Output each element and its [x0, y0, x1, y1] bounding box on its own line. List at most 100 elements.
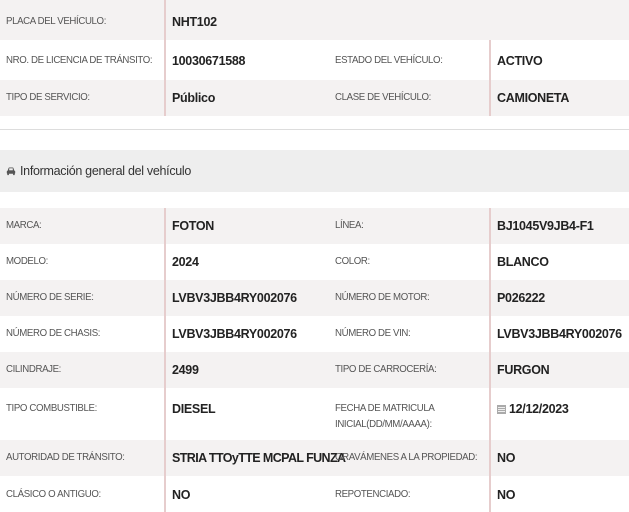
value-serie: LVBV3JBB4RY002076: [172, 291, 297, 305]
row-serie: NÚMERO DE SERIE: LVBV3JBB4RY002076 NÚMER…: [0, 280, 629, 316]
fecha-matricula-text: 12/12/2023: [509, 402, 569, 416]
label-cell: NÚMERO DE MOTOR:: [328, 280, 489, 316]
value-gravamenes: NO: [497, 451, 516, 465]
row-placa: PLACA DEL VEHÍCULO: NHT102: [0, 0, 629, 40]
label-cell: TIPO DE CARROCERÍA:: [328, 352, 489, 388]
value-cell: LVBV3JBB4RY002076: [164, 316, 328, 352]
value-cell: FOTON: [164, 208, 328, 244]
label-cell: TIPO COMBUSTIBLE:: [0, 388, 164, 440]
value-servicio: Público: [172, 91, 216, 105]
value-cell: ACTIVO: [489, 40, 629, 80]
value-chasis: LVBV3JBB4RY002076: [172, 327, 297, 341]
label-serie: NÚMERO DE SERIE:: [6, 291, 94, 303]
value-modelo: 2024: [172, 255, 199, 269]
value-cell: 12/12/2023: [489, 388, 629, 440]
label-carroceria: TIPO DE CARROCERÍA:: [335, 363, 437, 375]
label-clasico: CLÁSICO O ANTIGUO:: [6, 488, 101, 500]
label-cell: LÍNEA:: [328, 208, 489, 244]
value-cell: BLANCO: [489, 244, 629, 280]
label-clase: CLASE DE VEHÍCULO:: [335, 91, 431, 103]
label-modelo: MODELO:: [6, 255, 48, 267]
value-clasico: NO: [172, 488, 191, 502]
car-icon: [6, 167, 16, 176]
value-cell: STRIA TTOyTTE MCPAL FUNZA: [164, 440, 346, 476]
row-licencia: NRO. DE LICENCIA DE TRÁNSITO: 1003067158…: [0, 40, 629, 80]
row-modelo: MODELO: 2024 COLOR: BLANCO: [0, 244, 629, 280]
value-placa: NHT102: [172, 15, 217, 29]
label-cell: MARCA:: [0, 208, 164, 244]
label-placa: PLACA DEL VEHÍCULO:: [6, 15, 107, 27]
label-cell: AUTORIDAD DE TRÁNSITO:: [0, 440, 164, 476]
label-estado: ESTADO DEL VEHÍCULO:: [335, 54, 443, 66]
value-cell: Público: [164, 80, 328, 116]
value-cell: BJ1045V9JB4-F1: [489, 208, 629, 244]
label-autoridad: AUTORIDAD DE TRÁNSITO:: [6, 451, 125, 463]
section-header: Información general del vehículo: [0, 150, 629, 192]
value-cell: 2024: [164, 244, 328, 280]
value-cell: CAMIONETA: [489, 80, 629, 116]
value-cell: NO: [489, 440, 629, 476]
value-cell: 2499: [164, 352, 328, 388]
value-fecha-matricula: 12/12/2023: [497, 402, 629, 417]
row-clasico: CLÁSICO O ANTIGUO: NO REPOTENCIADO: NO: [0, 476, 629, 512]
label-cell: NÚMERO DE SERIE:: [0, 280, 164, 316]
label-servicio: TIPO DE SERVICIO:: [6, 91, 90, 103]
value-cell: LVBV3JBB4RY002076: [164, 280, 328, 316]
label-chasis: NÚMERO DE CHASIS:: [6, 327, 101, 339]
label-cell: CLÁSICO O ANTIGUO:: [0, 476, 164, 512]
row-marca: MARCA: FOTON LÍNEA: BJ1045V9JB4-F1: [0, 208, 629, 244]
row-combustible: TIPO COMBUSTIBLE: DIESEL FECHA DE MATRIC…: [0, 388, 629, 440]
value-cell: FURGON: [489, 352, 629, 388]
value-combustible: DIESEL: [172, 402, 216, 416]
value-vin: LVBV3JBB4RY002076: [497, 327, 622, 341]
label-cell: NRO. DE LICENCIA DE TRÁNSITO:: [0, 40, 164, 80]
row-chasis: NÚMERO DE CHASIS: LVBV3JBB4RY002076 NÚME…: [0, 316, 629, 352]
label-cell: COLOR:: [328, 244, 489, 280]
label-color: COLOR:: [335, 255, 370, 267]
value-cell: LVBV3JBB4RY002076: [489, 316, 629, 352]
label-repotenciado: REPOTENCIADO:: [335, 488, 411, 500]
label-cell: PLACA DEL VEHÍCULO:: [0, 0, 164, 40]
label-cell: FECHA DE MATRICULA INICIAL(DD/MM/AAAA):: [328, 388, 489, 440]
label-cilindraje: CILINDRAJE:: [6, 363, 61, 375]
value-motor: P026222: [497, 291, 545, 305]
label-cell: ESTADO DEL VEHÍCULO:: [328, 40, 489, 80]
label-cell: REPOTENCIADO:: [328, 476, 489, 512]
label-cell: NÚMERO DE CHASIS:: [0, 316, 164, 352]
value-clase: CAMIONETA: [497, 91, 570, 105]
label-cell: GRAVÁMENES A LA PROPIEDAD:: [328, 440, 489, 476]
row-cilindraje: CILINDRAJE: 2499 TIPO DE CARROCERÍA: FUR…: [0, 352, 629, 388]
value-cell: NHT102: [164, 0, 328, 40]
value-marca: FOTON: [172, 219, 215, 233]
value-cell: 10030671588: [164, 40, 328, 80]
label-cell: NÚMERO DE VIN:: [328, 316, 489, 352]
empty-cell: [328, 0, 627, 40]
label-vin: NÚMERO DE VIN:: [335, 327, 411, 339]
value-cell: P026222: [489, 280, 629, 316]
value-cilindraje: 2499: [172, 363, 199, 377]
label-linea: LÍNEA:: [335, 219, 364, 231]
calendar-icon: [497, 405, 506, 414]
value-estado: ACTIVO: [497, 54, 543, 68]
label-motor: NÚMERO DE MOTOR:: [335, 291, 430, 303]
value-autoridad: STRIA TTOyTTE MCPAL FUNZA: [172, 451, 346, 465]
value-linea: BJ1045V9JB4-F1: [497, 219, 594, 233]
row-autoridad: AUTORIDAD DE TRÁNSITO: STRIA TTOyTTE MCP…: [0, 440, 629, 476]
label-fecha-matricula-line2: INICIAL(DD/MM/AAAA):: [335, 418, 432, 430]
value-carroceria: FURGON: [497, 363, 550, 377]
section-title: Información general del vehículo: [20, 164, 192, 178]
label-cell: CILINDRAJE:: [0, 352, 164, 388]
label-licencia: NRO. DE LICENCIA DE TRÁNSITO:: [6, 54, 153, 66]
label-fecha-matricula-line1: FECHA DE MATRICULA: [335, 402, 435, 414]
value-cell: DIESEL: [164, 388, 328, 440]
section-divider: [0, 129, 629, 130]
label-combustible: TIPO COMBUSTIBLE:: [6, 402, 97, 414]
value-repotenciado: NO: [497, 488, 516, 502]
value-cell: NO: [489, 476, 629, 512]
label-marca: MARCA:: [6, 219, 42, 231]
label-cell: MODELO:: [0, 244, 164, 280]
value-licencia: 10030671588: [172, 54, 246, 68]
label-cell: TIPO DE SERVICIO:: [0, 80, 164, 116]
value-cell: NO: [164, 476, 328, 512]
label-gravamenes: GRAVÁMENES A LA PROPIEDAD:: [335, 451, 478, 463]
